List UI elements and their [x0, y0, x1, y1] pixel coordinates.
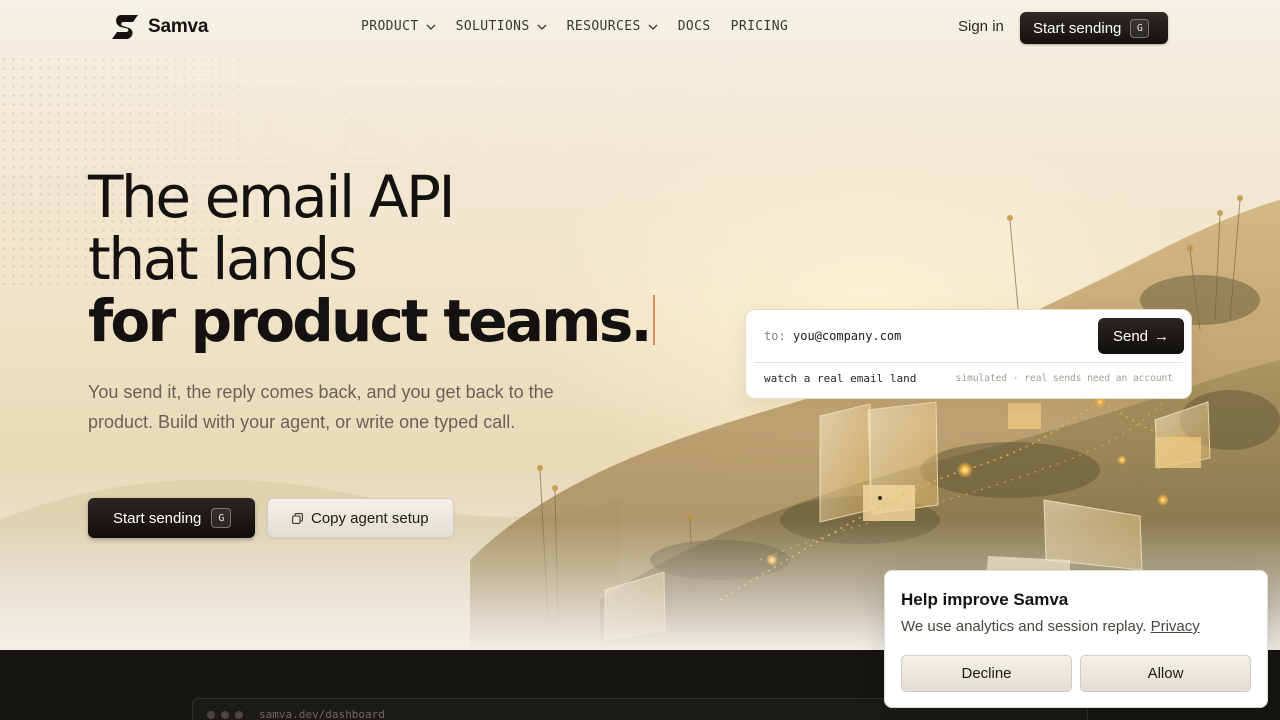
brand-name: Samva [148, 16, 209, 37]
button-label: Copy agent setup [311, 509, 429, 527]
copy-icon [292, 512, 303, 524]
window-controls [207, 711, 243, 719]
nav-item-label: RESOURCES [566, 19, 641, 34]
nav-item-label: PRODUCT [361, 19, 419, 34]
privacy-link[interactable]: Privacy [1151, 618, 1200, 635]
nav-item-label: DOCS [677, 19, 711, 34]
arrow-right-icon: → [1154, 327, 1170, 345]
chevron-down-icon [537, 24, 547, 30]
nav-item-label: PRICING [730, 19, 789, 34]
hero-subtitle: You send it, the reply comes back, and y… [88, 382, 554, 432]
brand-logo-link[interactable]: Samva [111, 14, 208, 40]
copy-agent-setup-button[interactable]: Copy agent setup [267, 498, 454, 538]
simulated-note: simulated · real sends need an account [955, 373, 1173, 384]
headline-line-3-text: for product teams. [88, 287, 653, 355]
top-navigation: Samva PRODUCT SOLUTIONS RESOURCES DOCS P… [0, 0, 1280, 56]
nav-item-label: SOLUTIONS [455, 19, 530, 34]
button-label: Start sending [1033, 19, 1122, 37]
divider [754, 362, 1183, 363]
main-menu: PRODUCT SOLUTIONS RESOURCES DOCS PRICING [361, 19, 808, 34]
headline-line-2: that lands [88, 225, 358, 293]
sign-in-link[interactable]: Sign in [958, 18, 1004, 35]
nav-item-product[interactable]: PRODUCT [361, 19, 436, 34]
button-label: Start sending [113, 509, 202, 527]
demo-hint: watch a real email land [764, 372, 917, 385]
headline-line-1: The email API [88, 163, 456, 231]
nav-item-pricing[interactable]: PRICING [731, 19, 789, 34]
send-button[interactable]: Send → [1098, 318, 1184, 354]
typing-caret [652, 295, 655, 345]
chevron-down-icon [648, 24, 658, 30]
to-label: to: [764, 329, 786, 343]
consent-message: We use analytics and session replay. [901, 618, 1147, 635]
consent-title: Help improve Samva [901, 590, 1069, 609]
keyboard-shortcut-badge: G [211, 508, 232, 528]
nav-item-resources[interactable]: RESOURCES [567, 19, 658, 34]
consent-text: We use analytics and session replay. Pri… [901, 618, 1200, 635]
chevron-down-icon [426, 24, 436, 30]
allow-button[interactable]: Allow [1080, 655, 1251, 692]
keyboard-shortcut-badge: G [1130, 18, 1150, 38]
send-demo-card: to: Send → watch a real email land simul… [745, 309, 1192, 399]
recipient-email-input[interactable] [793, 324, 1083, 348]
hero-start-sending-button[interactable]: Start sending G [88, 498, 255, 538]
headline-line-3: for product teams. [88, 290, 655, 352]
decline-button[interactable]: Decline [901, 655, 1072, 692]
dashboard-url: samva.dev/dashboard [259, 708, 385, 720]
nav-item-solutions[interactable]: SOLUTIONS [456, 19, 547, 34]
samva-s-logo-icon [112, 15, 138, 39]
nav-start-sending-button[interactable]: Start sending G [1020, 12, 1168, 44]
button-label: Send [1112, 327, 1149, 345]
analytics-consent-dialog: Help improve Samva We use analytics and … [884, 570, 1268, 708]
hero-headline: The email API that lands for product tea… [88, 166, 655, 352]
nav-item-docs[interactable]: DOCS [678, 19, 711, 34]
